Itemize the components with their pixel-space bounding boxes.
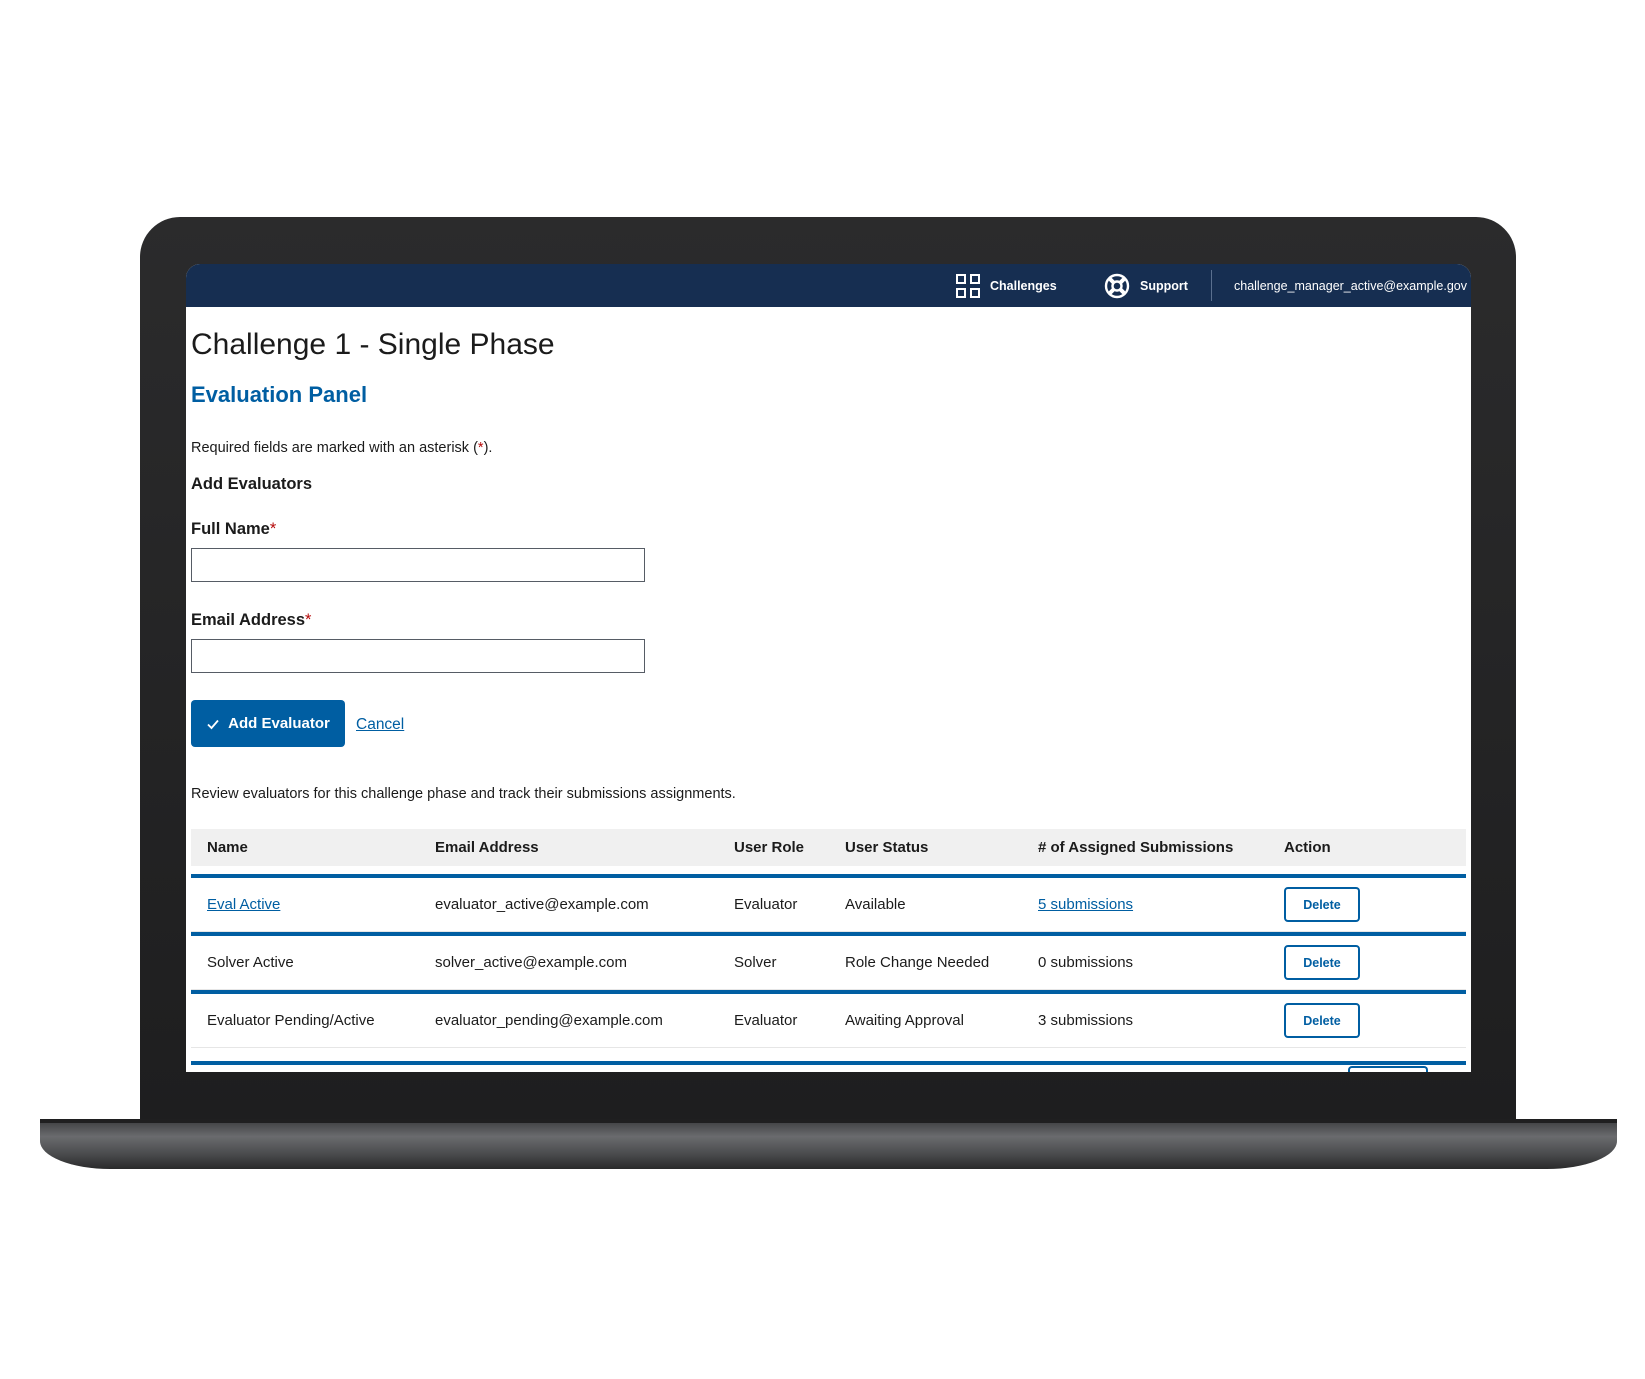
- full-name-label-text: Full Name: [191, 520, 270, 538]
- grid-icon: [956, 273, 980, 298]
- column-header-submissions: # of Assigned Submissions: [1022, 829, 1268, 874]
- nav-challenges[interactable]: Challenges: [956, 264, 1057, 307]
- page-title: Challenge 1 - Single Phase: [191, 328, 555, 361]
- add-evaluator-label: Add Evaluator: [228, 715, 330, 732]
- cell-status: Awaiting Approval: [829, 990, 1022, 1048]
- column-header-name: Name: [191, 829, 419, 874]
- section-title: Add Evaluators: [191, 475, 313, 493]
- table-header-row: Name Email Address User Role User Status…: [191, 829, 1466, 874]
- cell-submissions: 0 submissions: [1022, 932, 1268, 990]
- full-name-input[interactable]: [191, 548, 645, 582]
- review-description: Review evaluators for this challenge pha…: [191, 786, 736, 802]
- laptop-base: [40, 1119, 1617, 1169]
- full-name-label: Full Name*: [191, 520, 276, 539]
- user-account-menu[interactable]: challenge_manager_active@example.gov: [1234, 264, 1467, 307]
- nav-support-label: Support: [1140, 278, 1188, 293]
- required-note-suffix: ).: [483, 440, 493, 456]
- top-navigation-bar: Challenges Support challenge_manager_act…: [186, 264, 1471, 307]
- required-marker: *: [269, 520, 277, 538]
- cell-role: Evaluator: [718, 874, 829, 932]
- table-row: Solver Active solver_active@example.com …: [191, 932, 1466, 990]
- cell-email: evaluator_pending@example.com: [419, 990, 718, 1048]
- cancel-link[interactable]: Cancel: [356, 716, 404, 734]
- cell-submissions: 3 submissions: [1022, 990, 1268, 1048]
- evaluator-name-link[interactable]: Eval Active: [207, 896, 280, 913]
- column-header-role: User Role: [718, 829, 829, 874]
- cell-status: Role Change Needed: [829, 932, 1022, 990]
- nav-support[interactable]: Support: [1104, 264, 1188, 307]
- table-row: Evaluator Pending/Active evaluator_pendi…: [191, 990, 1466, 1048]
- cell-role: Solver: [718, 932, 829, 990]
- cell-status: Available: [829, 874, 1022, 932]
- table-row: Eval Active evaluator_active@example.com…: [191, 874, 1466, 932]
- email-address-input[interactable]: [191, 639, 645, 673]
- cell-email: evaluator_active@example.com: [419, 874, 718, 932]
- page-subtitle: Evaluation Panel: [191, 382, 368, 407]
- check-icon: [207, 719, 219, 729]
- column-header-email: Email Address: [419, 829, 718, 874]
- cell-role: Evaluator: [718, 990, 829, 1048]
- table-row-divider: [191, 1061, 1466, 1065]
- email-address-label: Email Address*: [191, 611, 311, 630]
- delete-button[interactable]: Delete: [1284, 1003, 1360, 1038]
- cell-email: solver_active@example.com: [419, 932, 718, 990]
- lifebuoy-icon: [1104, 273, 1130, 298]
- evaluators-table: Name Email Address User Role User Status…: [191, 829, 1466, 1048]
- delete-button[interactable]: Delete: [1284, 945, 1360, 980]
- user-email: challenge_manager_active@example.gov: [1234, 278, 1467, 293]
- cell-name: Solver Active: [191, 932, 419, 990]
- screen: Challenges Support challenge_manager_act…: [186, 264, 1471, 1072]
- nav-challenges-label: Challenges: [990, 278, 1057, 293]
- column-header-action: Action: [1268, 829, 1466, 874]
- column-header-status: User Status: [829, 829, 1022, 874]
- submissions-link[interactable]: 5 submissions: [1038, 896, 1133, 913]
- add-evaluator-button[interactable]: Add Evaluator: [191, 700, 345, 747]
- required-note-prefix: Required fields are marked with an aster…: [191, 440, 478, 456]
- required-marker: *: [305, 611, 312, 629]
- delete-button-partial[interactable]: [1348, 1066, 1428, 1072]
- email-address-label-text: Email Address: [191, 611, 306, 629]
- nav-divider: [1211, 270, 1212, 301]
- cell-name: Evaluator Pending/Active: [191, 990, 419, 1048]
- delete-button[interactable]: Delete: [1284, 887, 1360, 922]
- required-fields-note: Required fields are marked with an aster…: [191, 440, 492, 456]
